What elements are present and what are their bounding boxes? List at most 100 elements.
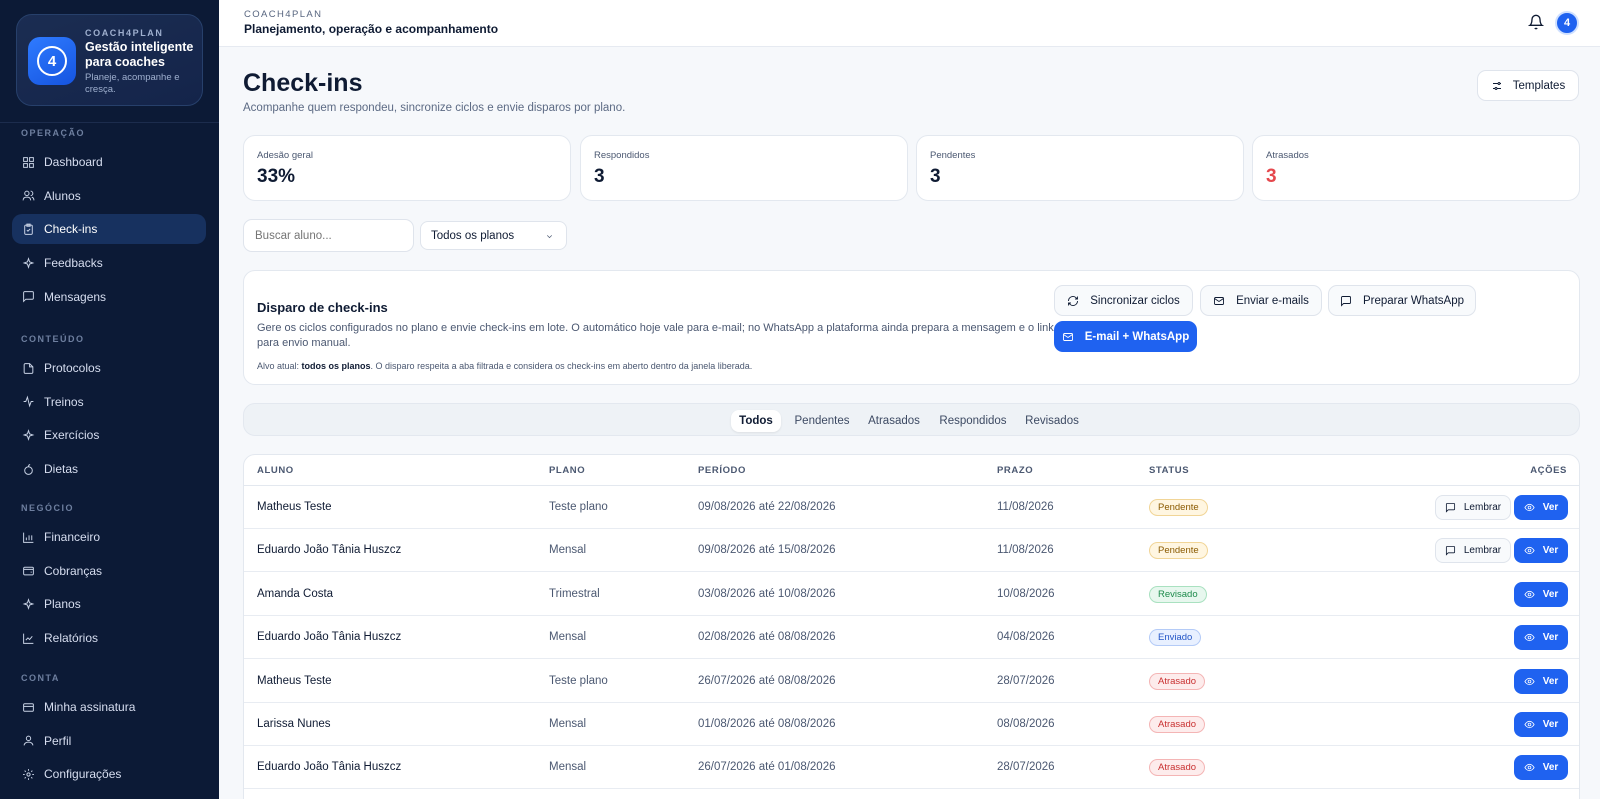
clipboard-check-icon	[24, 223, 33, 235]
disparo-description: Gere os ciclos configurados no plano e e…	[257, 322, 1054, 349]
sidebar-item-protocolos[interactable]: Protocolos	[12, 353, 206, 383]
status-badge: Atrasado	[1149, 759, 1206, 777]
send-emails-button[interactable]: Enviar e-mails	[1200, 285, 1322, 316]
cell-plano: Teste plano	[549, 501, 608, 513]
prepare-whatsapp-button[interactable]: Preparar WhatsApp	[1328, 285, 1476, 316]
templates-button[interactable]: Templates	[1477, 70, 1579, 101]
sidebar-item-treinos[interactable]: Treinos	[12, 387, 206, 417]
stat-value: 3	[930, 166, 941, 187]
view-button[interactable]: Ver	[1514, 755, 1568, 781]
sidebar-item-label: Dashboard	[44, 155, 103, 169]
column-header-acoes: AÇÕES	[1530, 465, 1567, 476]
cell-periodo: 01/08/2026 até 08/08/2026	[698, 718, 836, 730]
stat-card-atrasados: Atrasados 3	[1252, 135, 1580, 201]
cell-periodo: 09/08/2026 até 15/08/2026	[698, 544, 836, 557]
brand-logo: 4	[28, 37, 76, 85]
column-header-status: STATUS	[1149, 465, 1190, 476]
search-input[interactable]	[243, 219, 414, 252]
tab-pendentes[interactable]: Pendentes	[790, 410, 854, 432]
sidebar-item-check-ins[interactable]: Check-ins	[12, 214, 206, 245]
cell-prazo: 11/08/2026	[997, 544, 1054, 557]
table-row: Larissa Nunes Mensal 01/08/2026 até 08/0…	[244, 703, 1579, 746]
avatar[interactable]: 4	[1555, 11, 1579, 35]
sidebar-item-feedbacks[interactable]: Feedbacks	[12, 248, 206, 278]
sidebar-item-label: Treinos	[44, 394, 84, 409]
cell-plano: Teste plano	[549, 674, 608, 687]
sidebar-item-planos[interactable]: Planos	[12, 589, 206, 619]
sidebar-item-minha-assinatura[interactable]: Minha assinatura	[12, 692, 206, 722]
cell-prazo: 28/07/2026	[997, 761, 1055, 774]
column-header-periodo: PERÍODO	[698, 465, 747, 476]
message-icon	[1445, 546, 1455, 557]
cell-plano: Mensal	[549, 544, 587, 557]
cell-prazo: 11/08/2026	[997, 501, 1054, 513]
cell-plano: Mensal	[549, 631, 587, 644]
sidebar-item-relatorios[interactable]: Relatórios	[12, 623, 206, 653]
remind-button[interactable]: Lembrar	[1435, 495, 1511, 520]
table-row: Amanda Costa Trimestral 03/08/2026 até 1…	[244, 573, 1579, 616]
cell-aluno: Eduardo João Tânia Huszcz	[257, 761, 402, 774]
stat-value: 3	[594, 166, 605, 187]
view-button[interactable]: Ver	[1514, 581, 1568, 607]
eye-icon	[1524, 677, 1535, 685]
tab-todos[interactable]: Todos	[731, 410, 781, 432]
sync-cycles-button[interactable]: Sincronizar ciclos	[1054, 285, 1193, 316]
topbar: COACH4PLAN Planejamento, operação e acom…	[219, 0, 1600, 47]
sparkle-icon	[22, 428, 35, 441]
sidebar-item-mensagens[interactable]: Mensagens	[12, 282, 206, 312]
plan-select[interactable]: Todos os planos	[420, 221, 567, 250]
sidebar-section-label: CONTA	[21, 673, 60, 683]
tab-revisados[interactable]: Revisados	[1021, 410, 1083, 432]
status-badge: Atrasado	[1149, 672, 1206, 690]
table-row: Eduardo João Tânia Huszcz Mensal 02/08/2…	[244, 616, 1579, 660]
templates-label: Templates	[1512, 79, 1566, 92]
sidebar-item-cobrancas[interactable]: Cobranças	[12, 556, 206, 586]
users-icon	[22, 190, 35, 201]
stat-label: Adesão geral	[257, 150, 313, 161]
tab-respondidos[interactable]: Respondidos	[934, 410, 1012, 432]
mail-icon	[1214, 296, 1225, 305]
column-header-plano: PLANO	[549, 465, 586, 476]
remind-button[interactable]: Lembrar	[1435, 538, 1511, 564]
sidebar-item-configuracoes[interactable]: Configurações	[12, 759, 206, 789]
cell-periodo: 26/07/2026 até 08/08/2026	[698, 674, 836, 687]
sidebar-item-perfil[interactable]: Perfil	[12, 726, 206, 756]
view-button[interactable]: Ver	[1514, 668, 1568, 694]
brand-card: 4 COACH4PLAN Gestão inteligente para coa…	[16, 14, 203, 106]
eye-icon	[1524, 764, 1535, 772]
mail-icon	[1062, 332, 1073, 341]
brand-name: COACH4PLAN	[85, 28, 164, 38]
topbar-brand: COACH4PLAN	[244, 9, 323, 20]
sidebar-item-label: Minha assinatura	[44, 700, 136, 714]
tab-atrasados[interactable]: Atrasados	[863, 410, 925, 432]
activity-icon	[23, 395, 34, 408]
cell-prazo: 08/08/2026	[997, 718, 1055, 730]
sidebar-item-alunos[interactable]: Alunos	[12, 181, 206, 211]
cell-periodo: 09/08/2026 até 22/08/2026	[698, 501, 836, 513]
eye-icon	[1524, 720, 1535, 729]
grid-icon	[23, 156, 34, 168]
view-button[interactable]: Ver	[1514, 495, 1568, 520]
sidebar-item-label: Perfil	[44, 733, 72, 748]
view-button[interactable]: Ver	[1514, 625, 1568, 651]
sidebar-item-dietas[interactable]: Dietas	[12, 454, 206, 484]
bell-icon[interactable]	[1528, 14, 1544, 30]
stat-card-pendentes: Pendentes 3	[916, 135, 1244, 201]
cell-aluno: Matheus Teste	[257, 501, 332, 513]
sidebar-item-financeiro[interactable]: Financeiro	[12, 522, 206, 552]
chevron-down-icon	[547, 235, 552, 239]
sidebar-item-dashboard[interactable]: Dashboard	[12, 147, 206, 177]
sparkle-icon	[22, 256, 35, 269]
sidebar-item-exercicios[interactable]: Exercícios	[12, 420, 206, 450]
table-header: ALUNO PLANO PERÍODO PRAZO STATUS AÇÕES	[244, 455, 1579, 486]
disparo-target: Alvo atual: todos os planos. O disparo r…	[257, 361, 753, 371]
email-whatsapp-button[interactable]: E-mail + WhatsApp	[1054, 321, 1197, 352]
wallet-icon	[23, 566, 34, 576]
sidebar-divider	[0, 122, 219, 123]
stat-value: 33%	[257, 166, 296, 187]
view-button[interactable]: Ver	[1514, 712, 1568, 737]
sidebar-item-label: Protocolos	[44, 361, 101, 375]
view-button[interactable]: Ver	[1514, 538, 1568, 564]
sidebar-item-label: Alunos	[44, 188, 81, 203]
eye-icon	[1524, 590, 1535, 598]
